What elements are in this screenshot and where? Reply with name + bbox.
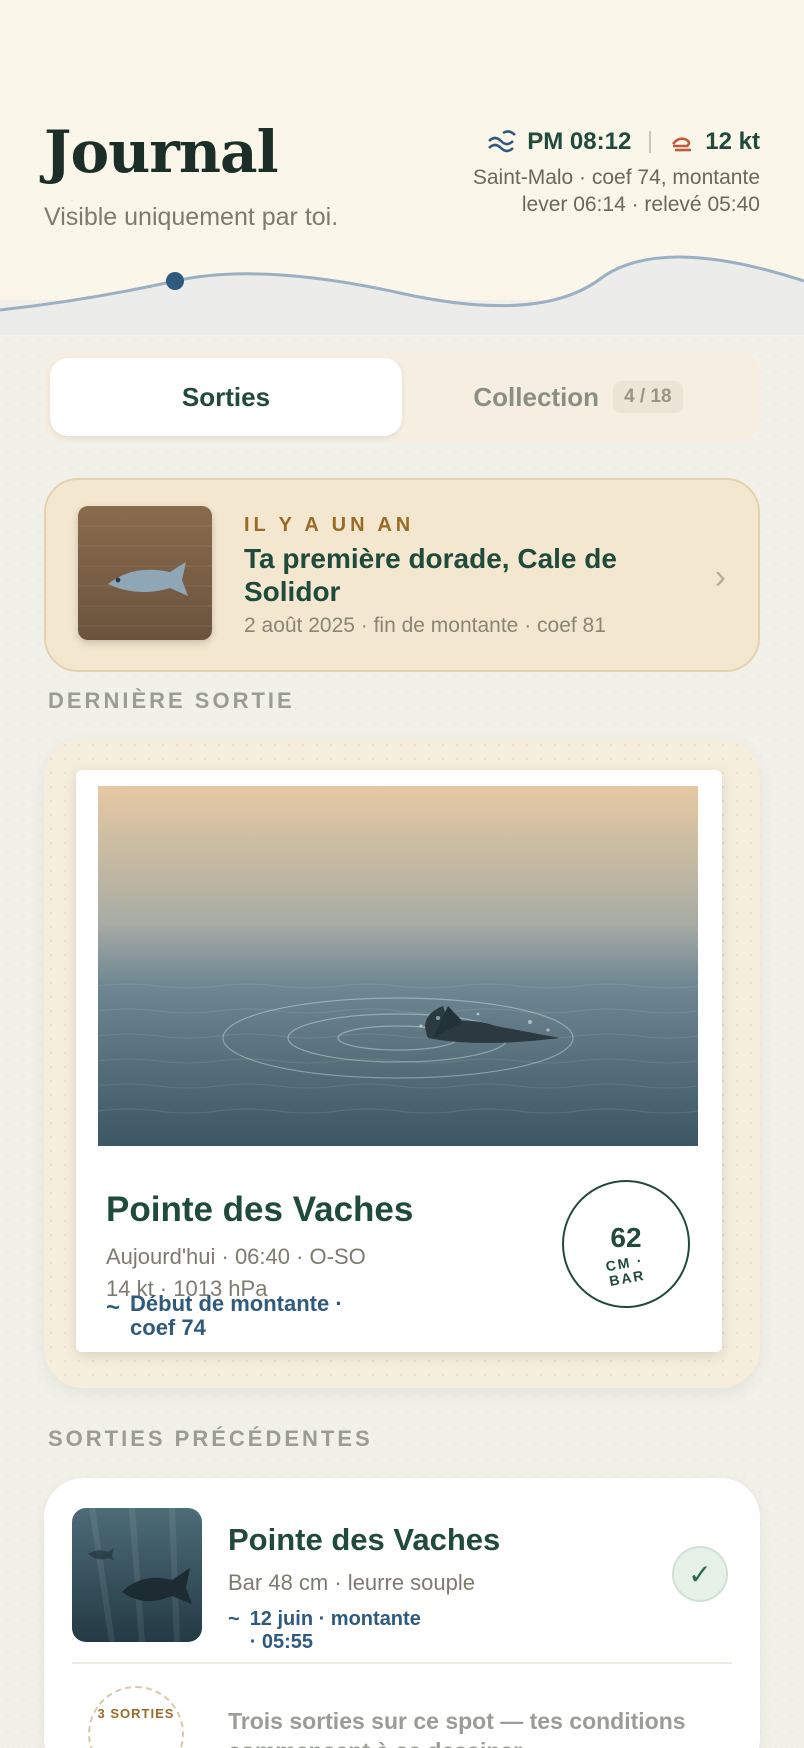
catch-size-value: 62	[610, 1222, 642, 1253]
waves-icon: ~	[228, 1608, 240, 1630]
page-title: Journal	[44, 118, 279, 186]
previous-outing-photo	[72, 1508, 202, 1642]
last-outing-card[interactable]: Pointe des Vaches Aujourd'hui · 06:40 · …	[44, 738, 760, 1388]
tab-collection[interactable]: Collection 4 / 18	[402, 358, 754, 436]
check-icon: ✓	[672, 1546, 728, 1602]
outing-polaroid: Pointe des Vaches Aujourd'hui · 06:40 · …	[76, 770, 722, 1352]
previous-outing-tide: ~ 12 juin · montante · 05:55	[228, 1608, 430, 1654]
outing-datetime: Aujourd'hui · 06:40 · O-SO	[106, 1244, 366, 1269]
catch-size-unit: CM · BAR	[604, 1251, 647, 1289]
wind-speed: 12 kt	[705, 128, 760, 155]
memory-meta: 2 août 2025 · fin de montante · coef 81	[244, 614, 606, 637]
previous-outing-title: Pointe des Vaches	[228, 1522, 501, 1557]
memory-card[interactable]: IL Y A UN AN Ta première dorade, Cale de…	[44, 478, 760, 672]
waves-icon: ~	[106, 1294, 121, 1321]
outing-tide: ~ Début de montante · coef 74	[106, 1292, 380, 1340]
section-label-last: DERNIÈRE SORTIE	[48, 688, 295, 713]
outing-spot-title: Pointe des Vaches	[106, 1190, 414, 1229]
section-label-previous: SORTIES PRÉCÉDENTES	[48, 1426, 373, 1451]
conditions-summary: PM 08:12 12 kt Saint-Malo · coef 74, mon…	[473, 128, 760, 218]
sessions-count-label: 3 SORTIES	[97, 1706, 175, 1721]
tab-sorties[interactable]: Sorties	[50, 358, 402, 436]
tab-label: Sorties	[181, 381, 271, 412]
chevron-right-icon: ›	[714, 558, 726, 596]
sun-times-line: lever 06:14 · relevé 05:40	[521, 193, 760, 216]
collection-count-badge: 4 / 18	[613, 381, 683, 413]
location-line: Saint-Malo · coef 74, montante	[472, 166, 760, 189]
memory-title: Ta première dorade, Cale de Solidor	[244, 543, 617, 607]
previous-outing-tide-label: 12 juin · montante · 05:55	[249, 1608, 421, 1653]
sessions-count-stamp: 3 SORTIES	[88, 1686, 184, 1748]
memory-kicker: IL Y A UN AN	[244, 514, 415, 536]
page-subtitle: Visible uniquement par toi.	[44, 203, 339, 231]
high-tide-time: PM 08:12	[527, 128, 632, 155]
previous-outing-meta: Bar 48 cm · leurre souple	[228, 1570, 475, 1595]
divider	[72, 1662, 732, 1664]
memory-photo	[78, 506, 212, 640]
tab-label: Collection	[473, 381, 600, 412]
waves-icon	[488, 130, 517, 153]
journal-tabs: Sorties Collection 4 / 18	[44, 352, 760, 442]
catch-size-stamp: 62 CM · BAR	[562, 1180, 690, 1308]
outing-photo	[98, 786, 698, 1146]
spot-insight-teaser: Trois sorties sur ce spot — tes conditio…	[228, 1708, 686, 1748]
outing-tide-label: Début de montante · coef 74	[130, 1291, 343, 1340]
divider	[649, 131, 652, 153]
tide-wave-decoration	[0, 255, 804, 335]
previous-outings-card: Pointe des Vaches Bar 48 cm · leurre sou…	[44, 1478, 760, 1748]
current-tide-marker	[166, 272, 184, 290]
wind-icon	[672, 137, 692, 152]
